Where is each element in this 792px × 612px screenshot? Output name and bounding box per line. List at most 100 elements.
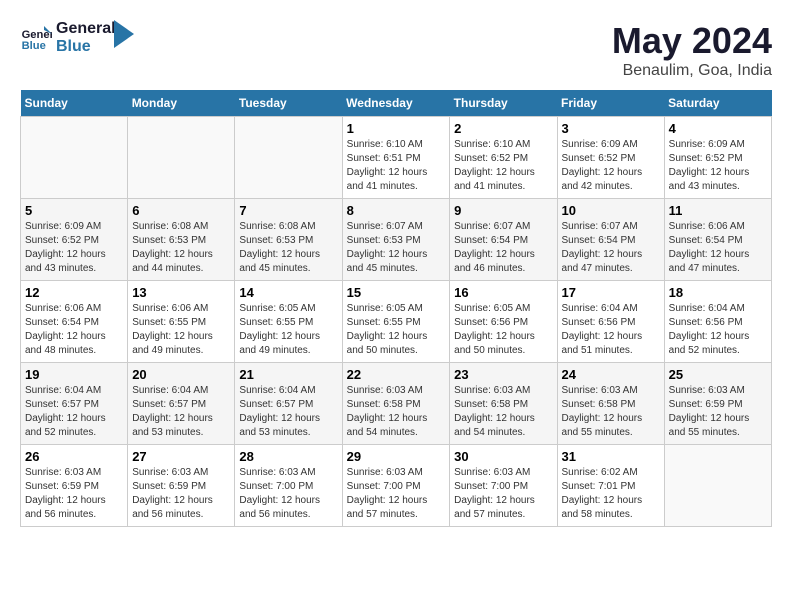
logo-blue: Blue — [56, 38, 116, 56]
header-cell-friday: Friday — [557, 90, 664, 117]
calendar-cell: 18 Sunrise: 6:04 AMSunset: 6:56 PMDayligh… — [664, 281, 771, 363]
calendar-cell: 8 Sunrise: 6:07 AMSunset: 6:53 PMDaylight… — [342, 199, 450, 281]
calendar-cell: 24Sunrise: 6:03 AMSunset: 6:58 PMDayligh… — [557, 363, 664, 445]
day-info: Sunrise: 6:08 AMSunset: 6:53 PMDaylight:… — [132, 220, 230, 276]
calendar-cell: 16Sunrise: 6:05 AMSunset: 6:56 PMDayligh… — [450, 281, 557, 363]
day-info: Sunrise: 6:03 AMSunset: 7:00 PMDaylight:… — [239, 466, 337, 522]
calendar-cell — [664, 445, 771, 527]
day-info: Sunrise: 6:03 AMSunset: 6:59 PMDaylight:… — [25, 466, 123, 522]
day-number: 21 — [239, 367, 337, 382]
day-info: Sunrise: 6:03 AMSunset: 6:58 PMDaylight:… — [347, 384, 446, 440]
day-number: 4 — [669, 121, 767, 136]
calendar-cell: 2 Sunrise: 6:10 AMSunset: 6:52 PMDaylight… — [450, 117, 557, 199]
day-info: Sunrise: 6:08 AMSunset: 6:53 PMDaylight:… — [239, 220, 337, 276]
location-subtitle: Benaulim, Goa, India — [612, 62, 772, 80]
day-info: Sunrise: 6:07 AMSunset: 6:53 PMDaylight:… — [347, 220, 446, 276]
day-number: 28 — [239, 449, 337, 464]
day-info: Sunrise: 6:04 AMSunset: 6:57 PMDaylight:… — [25, 384, 123, 440]
header-cell-monday: Monday — [128, 90, 235, 117]
calendar-cell: 14Sunrise: 6:05 AMSunset: 6:55 PMDayligh… — [235, 281, 342, 363]
calendar-cell: 22 Sunrise: 6:03 AMSunset: 6:58 PMDayligh… — [342, 363, 450, 445]
calendar-cell: 3 Sunrise: 6:09 AMSunset: 6:52 PMDaylight… — [557, 117, 664, 199]
day-info: Sunrise: 6:06 AMSunset: 6:54 PMDaylight:… — [25, 302, 123, 358]
week-row-2: 5 Sunrise: 6:09 AMSunset: 6:52 PMDaylight… — [21, 199, 772, 281]
day-number: 3 — [562, 121, 660, 136]
day-info: Sunrise: 6:04 AMSunset: 6:56 PMDaylight:… — [562, 302, 660, 358]
calendar-cell: 31 Sunrise: 6:02 AMSunset: 7:01 PMDayligh… — [557, 445, 664, 527]
day-info: Sunrise: 6:05 AMSunset: 6:55 PMDaylight:… — [347, 302, 446, 358]
calendar-cell: 11 Sunrise: 6:06 AMSunset: 6:54 PMDayligh… — [664, 199, 771, 281]
title-block: May 2024 Benaulim, Goa, India — [612, 20, 772, 80]
calendar-cell: 1 Sunrise: 6:10 AMSunset: 6:51 PMDaylight… — [342, 117, 450, 199]
day-info: Sunrise: 6:09 AMSunset: 6:52 PMDaylight:… — [25, 220, 123, 276]
day-number: 18 — [669, 285, 767, 300]
day-info: Sunrise: 6:03 AMSunset: 6:59 PMDaylight:… — [669, 384, 767, 440]
calendar-cell: 17 Sunrise: 6:04 AMSunset: 6:56 PMDayligh… — [557, 281, 664, 363]
header-row: SundayMondayTuesdayWednesdayThursdayFrid… — [21, 90, 772, 117]
day-number: 31 — [562, 449, 660, 464]
header-cell-tuesday: Tuesday — [235, 90, 342, 117]
page-header: General Blue General Blue May 2024 Benau… — [20, 20, 772, 80]
month-year-title: May 2024 — [612, 20, 772, 62]
day-number: 17 — [562, 285, 660, 300]
day-info: Sunrise: 6:07 AMSunset: 6:54 PMDaylight:… — [454, 220, 552, 276]
calendar-cell — [21, 117, 128, 199]
week-row-5: 26 Sunrise: 6:03 AMSunset: 6:59 PMDayligh… — [21, 445, 772, 527]
calendar-cell: 4 Sunrise: 6:09 AMSunset: 6:52 PMDaylight… — [664, 117, 771, 199]
day-number: 1 — [347, 121, 446, 136]
day-info: Sunrise: 6:02 AMSunset: 7:01 PMDaylight:… — [562, 466, 660, 522]
day-number: 19 — [25, 367, 123, 382]
week-row-4: 19 Sunrise: 6:04 AMSunset: 6:57 PMDayligh… — [21, 363, 772, 445]
day-number: 5 — [25, 203, 123, 218]
calendar-cell: 23Sunrise: 6:03 AMSunset: 6:58 PMDayligh… — [450, 363, 557, 445]
day-number: 10 — [562, 203, 660, 218]
day-number: 20 — [132, 367, 230, 382]
day-number: 26 — [25, 449, 123, 464]
calendar-cell: 21 Sunrise: 6:04 AMSunset: 6:57 PMDayligh… — [235, 363, 342, 445]
day-number: 11 — [669, 203, 767, 218]
day-info: Sunrise: 6:06 AMSunset: 6:55 PMDaylight:… — [132, 302, 230, 358]
calendar-cell — [235, 117, 342, 199]
calendar-cell: 26 Sunrise: 6:03 AMSunset: 6:59 PMDayligh… — [21, 445, 128, 527]
calendar-cell: 7 Sunrise: 6:08 AMSunset: 6:53 PMDaylight… — [235, 199, 342, 281]
day-info: Sunrise: 6:04 AMSunset: 6:57 PMDaylight:… — [239, 384, 337, 440]
day-number: 2 — [454, 121, 552, 136]
calendar-cell: 25Sunrise: 6:03 AMSunset: 6:59 PMDayligh… — [664, 363, 771, 445]
day-info: Sunrise: 6:03 AMSunset: 6:59 PMDaylight:… — [132, 466, 230, 522]
day-info: Sunrise: 6:03 AMSunset: 7:00 PMDaylight:… — [454, 466, 552, 522]
logo-arrow-icon — [114, 20, 134, 48]
header-cell-sunday: Sunday — [21, 90, 128, 117]
day-info: Sunrise: 6:09 AMSunset: 6:52 PMDaylight:… — [669, 138, 767, 194]
day-number: 13 — [132, 285, 230, 300]
day-info: Sunrise: 6:03 AMSunset: 7:00 PMDaylight:… — [347, 466, 446, 522]
day-number: 22 — [347, 367, 446, 382]
calendar-cell: 28 Sunrise: 6:03 AMSunset: 7:00 PMDayligh… — [235, 445, 342, 527]
week-row-3: 12 Sunrise: 6:06 AMSunset: 6:54 PMDayligh… — [21, 281, 772, 363]
day-info: Sunrise: 6:07 AMSunset: 6:54 PMDaylight:… — [562, 220, 660, 276]
day-info: Sunrise: 6:04 AMSunset: 6:57 PMDaylight:… — [132, 384, 230, 440]
day-info: Sunrise: 6:10 AMSunset: 6:51 PMDaylight:… — [347, 138, 446, 194]
calendar-cell: 19 Sunrise: 6:04 AMSunset: 6:57 PMDayligh… — [21, 363, 128, 445]
calendar-cell: 12 Sunrise: 6:06 AMSunset: 6:54 PMDayligh… — [21, 281, 128, 363]
logo-icon: General Blue — [20, 22, 52, 54]
day-number: 12 — [25, 285, 123, 300]
day-info: Sunrise: 6:10 AMSunset: 6:52 PMDaylight:… — [454, 138, 552, 194]
calendar-cell: 20 Sunrise: 6:04 AMSunset: 6:57 PMDayligh… — [128, 363, 235, 445]
day-info: Sunrise: 6:05 AMSunset: 6:56 PMDaylight:… — [454, 302, 552, 358]
day-number: 6 — [132, 203, 230, 218]
logo: General Blue General Blue — [20, 20, 134, 55]
day-number: 29 — [347, 449, 446, 464]
day-number: 15 — [347, 285, 446, 300]
day-info: Sunrise: 6:09 AMSunset: 6:52 PMDaylight:… — [562, 138, 660, 194]
header-cell-thursday: Thursday — [450, 90, 557, 117]
day-number: 8 — [347, 203, 446, 218]
day-number: 24 — [562, 367, 660, 382]
calendar-cell: 5 Sunrise: 6:09 AMSunset: 6:52 PMDaylight… — [21, 199, 128, 281]
day-info: Sunrise: 6:04 AMSunset: 6:56 PMDaylight:… — [669, 302, 767, 358]
calendar-table: SundayMondayTuesdayWednesdayThursdayFrid… — [20, 90, 772, 527]
day-number: 14 — [239, 285, 337, 300]
day-number: 7 — [239, 203, 337, 218]
day-info: Sunrise: 6:06 AMSunset: 6:54 PMDaylight:… — [669, 220, 767, 276]
calendar-cell: 30Sunrise: 6:03 AMSunset: 7:00 PMDayligh… — [450, 445, 557, 527]
calendar-cell: 10 Sunrise: 6:07 AMSunset: 6:54 PMDayligh… — [557, 199, 664, 281]
